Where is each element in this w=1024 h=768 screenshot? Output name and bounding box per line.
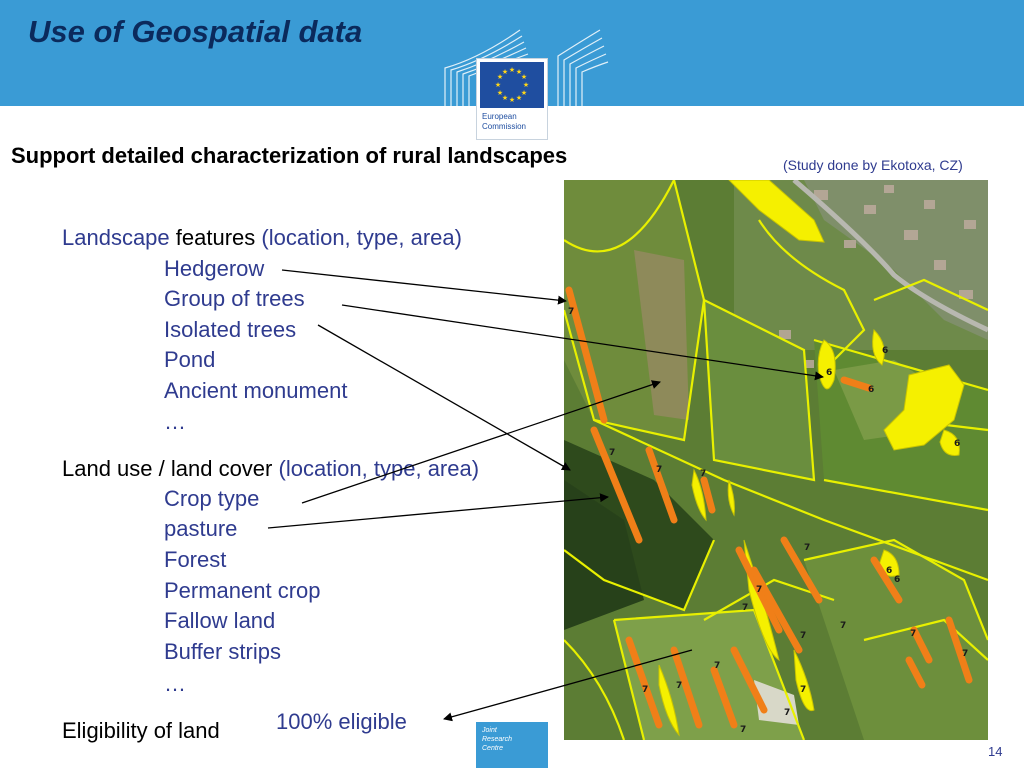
map-label-7: 7 [800, 685, 806, 695]
eligibility-value: 100% eligible [276, 709, 407, 734]
map-label-7: 7 [840, 621, 846, 631]
landuse-item-permanent-crop: Permanent crop [164, 578, 321, 603]
landscape-item-group-of-trees: Group of trees [164, 286, 305, 311]
map-label-7: 7 [756, 585, 762, 595]
slide-subtitle: Support detailed characterization of rur… [11, 143, 568, 168]
landuse-item-fallow-land: Fallow land [164, 608, 276, 633]
map-label-6: 6 [954, 439, 960, 449]
map-label-7: 7 [568, 307, 574, 317]
landuse-heading: Land use / land cover (location, type, a… [62, 456, 480, 481]
european-commission-logo: ★ ★ ★ ★ ★ ★ ★ ★ ★ ★ ★ ★ European Commission [476, 58, 548, 140]
landscape-heading: Landscape features (location, type, area… [62, 225, 462, 250]
map-label-7: 7 [962, 649, 968, 659]
svg-text:★: ★ [502, 68, 508, 76]
landscape-item-hedgerow: Hedgerow [164, 256, 265, 281]
map-label-7: 7 [742, 603, 748, 613]
svg-text:★: ★ [521, 73, 527, 81]
jrc-logo-text: Joint Research Centre [482, 727, 512, 752]
svg-text:★: ★ [509, 96, 515, 104]
page-title: Use of Geospatial data [28, 14, 363, 49]
svg-text:★: ★ [523, 81, 529, 89]
map-label-7: 7 [910, 629, 916, 639]
landuse-item-forest: Forest [164, 547, 227, 572]
landuse-item-pasture: pasture [164, 516, 238, 541]
map-label-7: 7 [784, 708, 790, 718]
map-label-7: 7 [700, 469, 706, 479]
svg-text:★: ★ [497, 89, 503, 97]
page-number: 14 [988, 744, 1003, 759]
ec-logo-text: European Commission [482, 112, 527, 131]
landuse-item-crop-type: Crop type [164, 486, 260, 511]
map-label-7: 7 [642, 685, 648, 695]
map-label-6: 6 [868, 385, 874, 395]
map-label-6: 6 [882, 346, 888, 356]
jrc-logo: Joint Research Centre [476, 722, 548, 768]
map-label-7: 7 [676, 681, 682, 691]
map-label-7: 7 [800, 631, 806, 641]
svg-text:★: ★ [509, 66, 515, 74]
map-label-7: 7 [804, 543, 810, 553]
map-label-7: 7 [740, 725, 746, 735]
eligibility-label: Eligibility of land [62, 718, 220, 743]
map-label-6: 6 [894, 575, 900, 585]
study-credit: (Study done by Ekotoxa, CZ) [783, 157, 963, 173]
landscape-item-ancient-monument: Ancient monument [164, 378, 348, 403]
landuse-item-ellipsis: … [164, 671, 186, 696]
landscape-item-pond: Pond [164, 347, 216, 372]
map-label-7: 7 [609, 448, 615, 458]
svg-text:★: ★ [516, 94, 522, 102]
eu-flag-icon: ★ ★ ★ ★ ★ ★ ★ ★ ★ ★ ★ ★ [480, 62, 544, 108]
map-label-6: 6 [826, 368, 832, 378]
landscape-item-isolated-trees: Isolated trees [164, 317, 297, 342]
map-label-6: 6 [886, 566, 892, 576]
svg-text:★: ★ [495, 81, 501, 89]
landscape-item-ellipsis: … [164, 409, 186, 434]
map-label-7: 7 [714, 661, 720, 671]
aerial-map: 7 7 7 7 7 7 7 7 7 7 7 7 7 7 7 7 7 6 6 6 … [564, 180, 988, 740]
landuse-item-buffer-strips: Buffer strips [164, 639, 281, 664]
map-label-7: 7 [656, 465, 662, 475]
